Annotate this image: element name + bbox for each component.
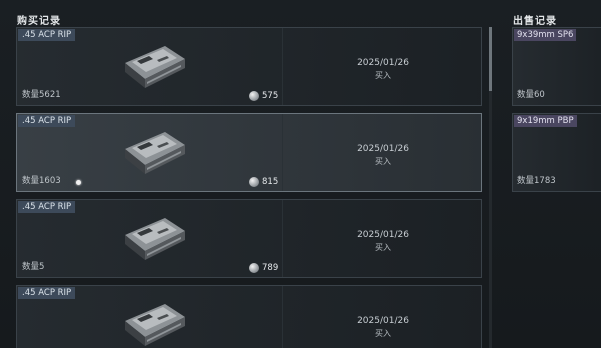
scrollbar-thumb[interactable] bbox=[489, 27, 492, 91]
price: 575 bbox=[249, 91, 278, 101]
item-name-tag: 9x19mm PBP bbox=[514, 115, 577, 127]
coin-icon bbox=[249, 177, 259, 187]
quantity-label: 数量1783 bbox=[517, 176, 556, 186]
quantity-label: 数量5 bbox=[22, 262, 45, 272]
price: 789 bbox=[249, 263, 278, 273]
buy-record[interactable]: .45 ACP RIP 数量5621 575 2025/01/26 买入 bbox=[16, 27, 482, 106]
buy-records-title: 购买记录 bbox=[17, 16, 61, 27]
record-date: 2025/01/26 bbox=[357, 316, 409, 326]
sell-record[interactable]: 9x39mm SP6 数量60 bbox=[512, 27, 601, 106]
price: 815 bbox=[249, 177, 278, 187]
record-action: 买入 bbox=[375, 243, 391, 252]
ammo-box-icon bbox=[125, 46, 185, 88]
trade-history-panel: 购买记录 出售记录 .45 ACP RIP 数量5621 575 2025/01… bbox=[0, 0, 601, 348]
buy-record[interactable]: .45 ACP RIP 数量5 789 2025/01/26 买入 bbox=[16, 199, 482, 278]
sell-records-title: 出售记录 bbox=[513, 16, 557, 27]
quantity-label: 数量1603 bbox=[22, 176, 61, 186]
item-name-tag: 9x39mm SP6 bbox=[514, 29, 577, 41]
price-value: 789 bbox=[262, 263, 279, 273]
item-name-tag: .45 ACP RIP bbox=[18, 287, 76, 299]
mouse-cursor bbox=[76, 180, 81, 185]
buy-record[interactable]: .45 ACP RIP 数量1603 815 2025/01/26 买入 bbox=[16, 113, 482, 192]
record-action: 买入 bbox=[375, 157, 391, 166]
price-value: 815 bbox=[262, 177, 279, 187]
record-action: 买入 bbox=[375, 71, 391, 80]
quantity-label: 数量5621 bbox=[22, 90, 61, 100]
item-name-tag: .45 ACP RIP bbox=[18, 29, 76, 41]
ammo-box-icon bbox=[125, 218, 185, 260]
sell-record[interactable]: 9x19mm PBP 数量1783 bbox=[512, 113, 601, 192]
item-name-tag: .45 ACP RIP bbox=[18, 201, 76, 213]
quantity-label: 数量60 bbox=[517, 90, 545, 100]
record-action: 买入 bbox=[375, 329, 391, 338]
item-name-tag: .45 ACP RIP bbox=[18, 115, 76, 127]
coin-icon bbox=[249, 91, 259, 101]
record-date: 2025/01/26 bbox=[357, 144, 409, 154]
record-date: 2025/01/26 bbox=[357, 58, 409, 68]
coin-icon bbox=[249, 263, 259, 273]
price-value: 575 bbox=[262, 91, 279, 101]
ammo-box-icon bbox=[125, 304, 185, 346]
ammo-box-icon bbox=[125, 132, 185, 174]
record-date: 2025/01/26 bbox=[357, 230, 409, 240]
buy-record[interactable]: .45 ACP RIP 2025/01/26 买入 bbox=[16, 285, 482, 348]
